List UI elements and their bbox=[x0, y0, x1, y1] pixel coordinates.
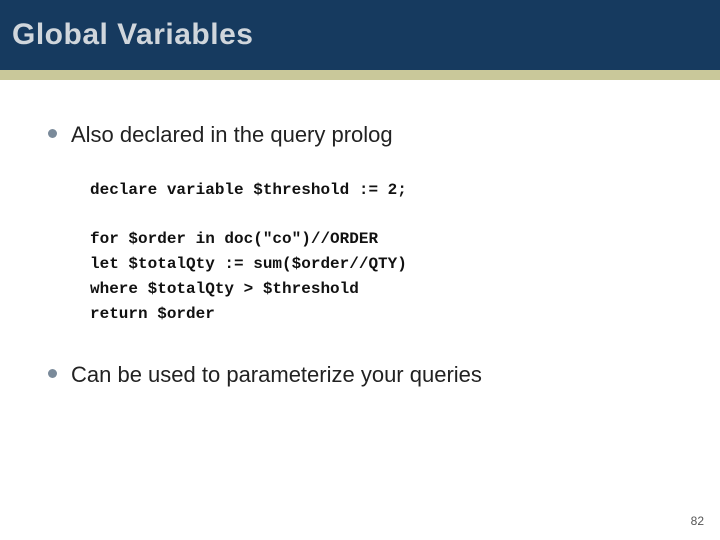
code-line: where $totalQty > $threshold bbox=[90, 280, 359, 298]
bullet-item: Can be used to parameterize your queries bbox=[48, 360, 696, 390]
bullet-text: Also declared in the query prolog bbox=[71, 120, 393, 150]
bullet-item: Also declared in the query prolog bbox=[48, 120, 696, 150]
code-line: declare variable $threshold := 2; bbox=[90, 181, 407, 199]
bullet-icon bbox=[48, 369, 57, 378]
slide-title: Global Variables bbox=[12, 18, 253, 52]
slide: Global Variables Also declared in the qu… bbox=[0, 0, 720, 540]
code-line: return $order bbox=[90, 305, 215, 323]
bullet-text: Can be used to parameterize your queries bbox=[71, 360, 482, 390]
slide-content: Also declared in the query prolog declar… bbox=[0, 80, 720, 390]
code-line: let $totalQty := sum($order//QTY) bbox=[90, 255, 407, 273]
code-block: declare variable $threshold := 2; for $o… bbox=[90, 178, 696, 327]
bullet-icon bbox=[48, 129, 57, 138]
title-band: Global Variables bbox=[0, 0, 720, 70]
slide-number: 82 bbox=[691, 514, 704, 528]
accent-band bbox=[0, 70, 720, 80]
code-line: for $order in doc("co")//ORDER bbox=[90, 230, 378, 248]
